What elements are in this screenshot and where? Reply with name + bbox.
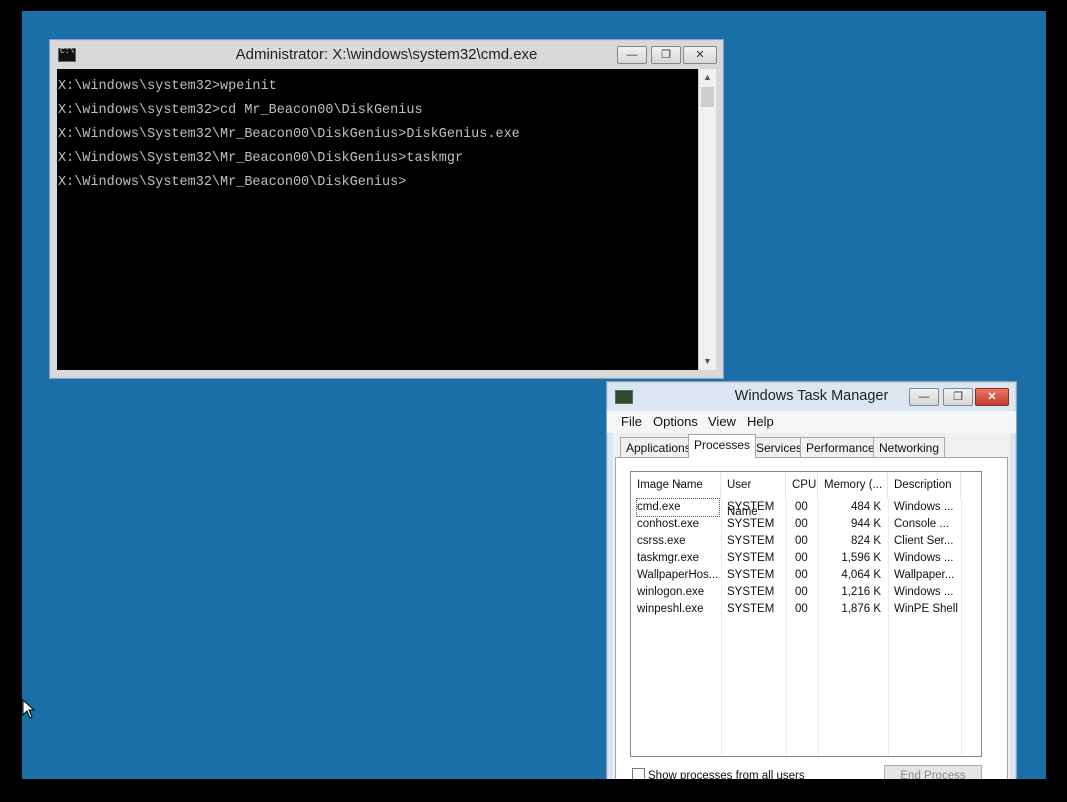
menu-options[interactable]: Options [653,414,698,429]
process-cell-user: SYSTEM [727,518,775,530]
vertical-scrollbar[interactable]: ▲ ▼ [698,69,716,370]
process-row[interactable]: winlogon.exe SYSTEM 00 1,216 K Windows ... [631,584,981,601]
close-button[interactable]: ✕ [975,388,1009,406]
close-button[interactable]: ✕ [683,46,717,64]
process-cell-user: SYSTEM [727,603,775,615]
menu-help[interactable]: Help [747,414,774,429]
column-header-description[interactable]: Description [888,472,961,499]
process-cell-name: conhost.exe [637,518,700,530]
scroll-thumb[interactable] [701,87,714,107]
process-cell-cpu: 00 [795,603,808,615]
process-cell-name: winpeshl.exe [637,603,704,615]
console-output[interactable]: X:\windows\system32>wpeinit X:\windows\s… [57,69,698,370]
maximize-button[interactable]: ❐ [943,388,973,406]
console-line: X:\Windows\System32\Mr_Beacon00\DiskGeni… [58,127,520,142]
process-cell-user: SYSTEM [727,535,775,547]
show-all-processes-checkbox[interactable]: Show processes from all users [632,768,805,779]
minimize-button[interactable]: — [617,46,647,64]
menu-bar: File Options View Help [607,411,1016,433]
process-cell-cpu: 00 [795,586,808,598]
process-row[interactable]: conhost.exe SYSTEM 00 944 K Console ... [631,516,981,533]
tab-performance[interactable]: Performance [800,437,881,458]
process-cell-user: SYSTEM [727,552,775,564]
process-cell-mem: 1,596 K [841,552,881,564]
process-cell-user: SYSTEM [727,501,775,513]
process-cell-mem: 944 K [850,518,881,530]
process-row[interactable]: csrss.exe SYSTEM 00 824 K Client Ser... [631,533,981,550]
process-cell-desc: WinPE Shell [894,603,958,615]
process-cell-cpu: 00 [795,569,808,581]
process-cell-desc: Windows ... [894,586,954,598]
process-cell-name: WallpaperHos... [637,569,719,581]
scroll-up-icon[interactable]: ▲ [699,69,716,86]
process-cell-desc: Windows ... [894,501,954,513]
process-cell-desc: Windows ... [894,552,954,564]
process-cell-desc: Wallpaper... [894,569,955,581]
maximize-icon: ❐ [661,49,671,61]
process-cell-mem: 4,064 K [841,569,881,581]
maximize-icon: ❐ [953,391,963,403]
desktop: C:\ Administrator: X:\windows\system32\c… [22,11,1046,779]
taskmgr-body: Applications Processes Services Performa… [613,433,1010,779]
tab-networking[interactable]: Networking [873,437,946,458]
process-table[interactable]: ▲ Image Name User Name CPU Memory (... D… [630,471,982,757]
task-manager-window[interactable]: Windows Task Manager — ❐ ✕ File Options … [606,381,1017,779]
process-cell-cpu: 00 [795,552,808,564]
process-cell-mem: 1,876 K [841,603,881,615]
process-cell-desc: Client Ser... [894,535,954,547]
process-cell-cpu: 00 [795,518,808,530]
close-icon: ✕ [987,391,997,403]
console-line: X:\windows\system32>wpeinit [58,79,277,94]
column-header-user-name[interactable]: User Name [721,472,786,518]
minimize-button[interactable]: — [909,388,939,406]
taskmgr-titlebar[interactable]: Windows Task Manager — ❐ ✕ [607,382,1016,410]
mouse-cursor-icon [22,699,36,719]
process-row[interactable]: taskmgr.exe SYSTEM 00 1,596 K Windows ... [631,550,981,567]
menu-file[interactable]: File [621,414,642,429]
minimize-icon: — [626,49,638,61]
cmd-titlebar[interactable]: C:\ Administrator: X:\windows\system32\c… [50,40,723,68]
minimize-icon: — [918,391,930,403]
process-cell-cpu: 00 [795,535,808,547]
menu-view[interactable]: View [708,414,736,429]
end-process-button[interactable]: End Process [884,765,982,779]
process-cell-user: SYSTEM [727,586,775,598]
close-icon: ✕ [695,49,705,61]
tab-processes[interactable]: Processes [688,434,757,458]
process-cell-desc: Console ... [894,518,949,530]
process-cell-mem: 1,216 K [841,586,881,598]
checkbox-icon[interactable] [632,768,645,779]
column-header-image-name[interactable]: ▲ Image Name [631,472,721,499]
cmd-window[interactable]: C:\ Administrator: X:\windows\system32\c… [49,39,724,379]
process-cell-mem: 484 K [850,501,881,513]
console-line: X:\Windows\System32\Mr_Beacon00\DiskGeni… [58,175,407,190]
console-line: X:\Windows\System32\Mr_Beacon00\DiskGeni… [58,151,464,166]
process-cell-user: SYSTEM [727,569,775,581]
process-row[interactable]: winpeshl.exe SYSTEM 00 1,876 K WinPE Shell [631,601,981,618]
process-cell-mem: 824 K [850,535,881,547]
console-line: X:\windows\system32>cd Mr_Beacon00\DiskG… [58,103,423,118]
sort-ascending-icon: ▲ [675,478,683,487]
maximize-button[interactable]: ❐ [651,46,681,64]
scroll-down-icon[interactable]: ▼ [699,353,716,370]
processes-panel: ▲ Image Name User Name CPU Memory (... D… [615,457,1008,779]
process-row[interactable]: cmd.exe SYSTEM 00 484 K Windows ... [631,498,981,517]
process-row[interactable]: WallpaperHos... SYSTEM 00 4,064 K Wallpaper.… [631,567,981,584]
column-label: Image Name [637,479,703,491]
column-header-cpu[interactable]: CPU [786,472,818,499]
process-cell-name: csrss.exe [637,535,686,547]
tab-applications[interactable]: Applications [620,437,697,458]
tab-processes-label: Processes [694,438,751,452]
process-cell-name: taskmgr.exe [637,552,699,564]
column-header-memory[interactable]: Memory (... [818,472,888,499]
process-cell-name: winlogon.exe [637,586,705,598]
show-all-label: Show processes from all users [648,770,805,779]
process-cell-cpu: 00 [795,501,808,513]
process-cell-name: cmd.exe [636,498,720,517]
